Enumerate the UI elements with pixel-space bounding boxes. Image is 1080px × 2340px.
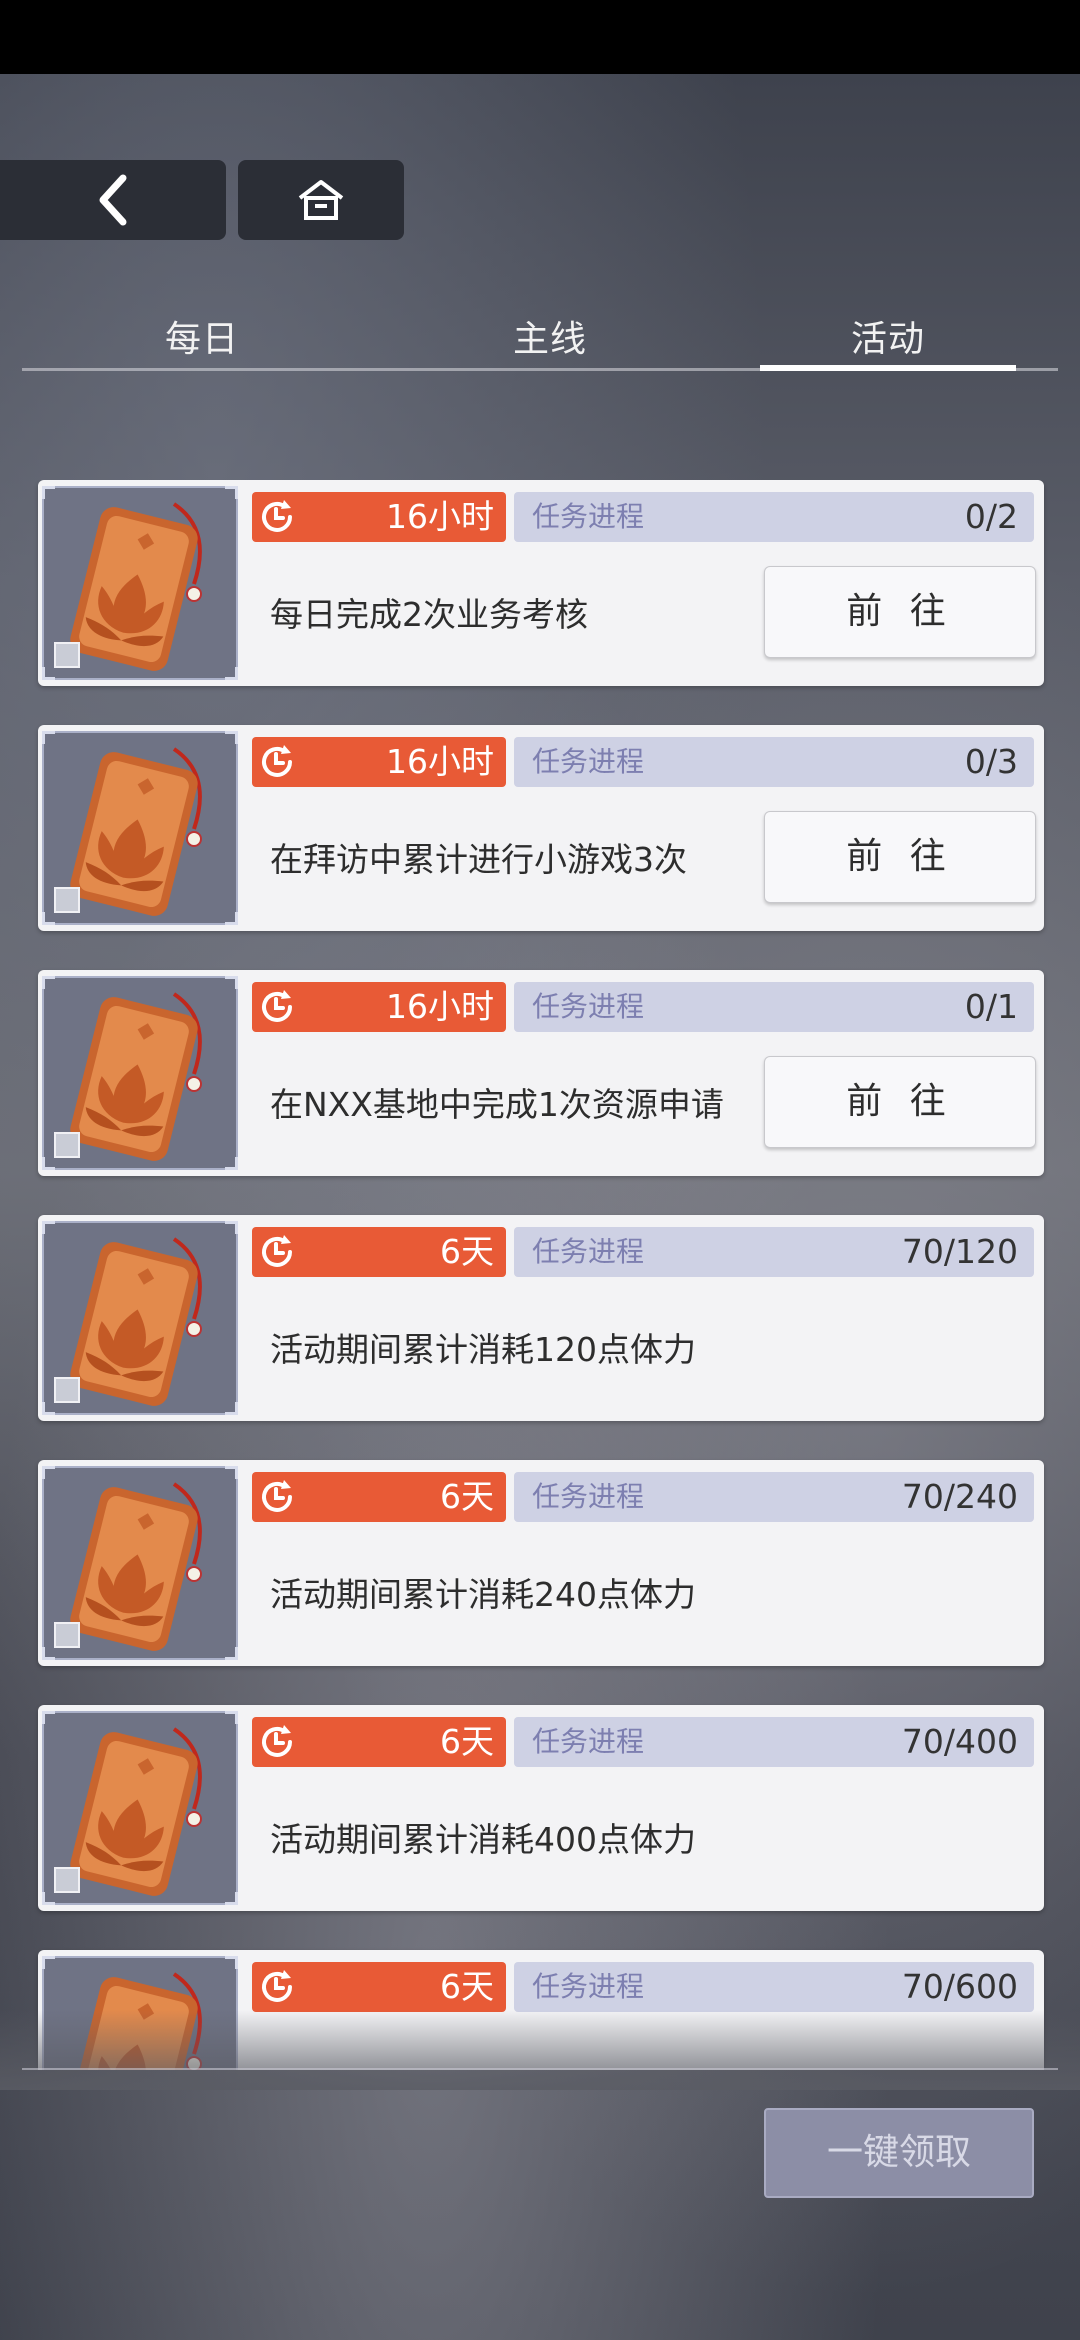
reward-checkbox xyxy=(54,887,80,913)
status-bar xyxy=(0,0,1080,74)
task-description-text: 在拜访中累计进行小游戏3次 xyxy=(270,840,687,879)
task-description: 活动期间累计消耗240点体力 xyxy=(270,1530,760,1660)
task-progress-bar: 任务进程 0/3 xyxy=(514,737,1034,787)
progress-value: 70/600 xyxy=(901,1967,1018,2006)
task-description-text: 活动期间累计消耗400点体力 xyxy=(270,1820,696,1859)
time-remaining-text: 16小时 xyxy=(386,987,494,1026)
task-description: 在拜访中累计进行小游戏3次 xyxy=(270,795,760,925)
time-remaining-badge: 6天 xyxy=(252,1717,506,1767)
progress-label: 任务进程 xyxy=(532,990,645,1023)
task-card: 6天 任务进程 70/240 活动期间累计消耗240点体力 xyxy=(38,1460,1044,1666)
task-description: 每日完成2次业务考核 xyxy=(270,550,760,680)
time-remaining-text: 16小时 xyxy=(386,742,494,781)
time-remaining-text: 16小时 xyxy=(386,497,494,536)
claim-all-button[interactable]: 一键领取 xyxy=(764,2108,1034,2198)
time-remaining-badge: 16小时 xyxy=(252,492,506,542)
active-tab-indicator xyxy=(760,365,1016,371)
progress-value: 70/240 xyxy=(901,1477,1018,1516)
progress-label: 任务进程 xyxy=(532,1235,645,1268)
task-card: 16小时 任务进程 0/2 每日完成2次业务考核 前 往 xyxy=(38,480,1044,686)
tab-daily[interactable]: 每日 xyxy=(32,300,372,370)
task-progress-bar: 任务进程 70/240 xyxy=(514,1472,1034,1522)
task-description-text: 每日完成2次业务考核 xyxy=(270,595,588,634)
progress-label: 任务进程 xyxy=(532,1970,645,2003)
clock-icon xyxy=(262,990,292,1022)
task-description-text: 活动期间累计消耗120点体力 xyxy=(270,1330,696,1369)
task-description: 活动期间累计消耗400点体力 xyxy=(270,1775,760,1905)
task-card: 6天 任务进程 70/400 活动期间累计消耗400点体力 xyxy=(38,1705,1044,1911)
task-progress-bar: 任务进程 0/1 xyxy=(514,982,1034,1032)
task-card: 16小时 任务进程 0/1 在NXX基地中完成1次资源申请 前 往 xyxy=(38,970,1044,1176)
task-description-text: 在NXX基地中完成1次资源申请 xyxy=(270,1085,724,1124)
token-icon xyxy=(70,747,202,916)
token-icon xyxy=(70,1482,202,1651)
progress-label: 任务进程 xyxy=(532,745,645,778)
token-icon xyxy=(70,502,202,671)
chevron-left-icon xyxy=(99,174,127,226)
home-button[interactable] xyxy=(238,160,404,240)
progress-label: 任务进程 xyxy=(532,1480,645,1513)
time-remaining-text: 6天 xyxy=(440,1722,494,1761)
progress-value: 0/1 xyxy=(964,987,1018,1026)
clock-icon xyxy=(262,1970,292,2002)
reward-thumbnail[interactable] xyxy=(42,486,238,680)
task-progress-bar: 任务进程 70/400 xyxy=(514,1717,1034,1767)
time-remaining-text: 6天 xyxy=(440,1232,494,1271)
time-remaining-text: 6天 xyxy=(440,1967,494,2006)
reward-thumbnail[interactable] xyxy=(42,1221,238,1415)
go-button[interactable]: 前 往 xyxy=(764,566,1036,658)
task-list[interactable]: 16小时 任务进程 0/2 每日完成2次业务考核 前 往 16小时 任务进程 0… xyxy=(0,480,1080,2070)
reward-checkbox xyxy=(54,1132,80,1158)
reward-thumbnail[interactable] xyxy=(42,731,238,925)
reward-thumbnail[interactable] xyxy=(42,976,238,1170)
time-remaining-badge: 6天 xyxy=(252,1962,506,2012)
task-progress-bar: 任务进程 70/120 xyxy=(514,1227,1034,1277)
tab-event[interactable]: 活动 xyxy=(718,300,1058,370)
token-icon xyxy=(70,1727,202,1896)
task-description-text: 活动期间累计消耗240点体力 xyxy=(270,1575,696,1614)
clock-icon xyxy=(262,500,292,532)
clock-icon xyxy=(262,1480,292,1512)
reward-checkbox xyxy=(54,642,80,668)
task-description: 活动期间累计消耗120点体力 xyxy=(270,1285,760,1415)
progress-value: 0/2 xyxy=(964,497,1018,536)
task-description: 在NXX基地中完成1次资源申请 xyxy=(270,1040,760,1170)
time-remaining-badge: 6天 xyxy=(252,1472,506,1522)
clock-icon xyxy=(262,1235,292,1267)
bottom-divider xyxy=(22,2068,1058,2070)
progress-value: 70/400 xyxy=(901,1722,1018,1761)
list-fade xyxy=(0,2010,1080,2090)
reward-checkbox xyxy=(54,1622,80,1648)
token-icon xyxy=(70,992,202,1161)
task-progress-bar: 任务进程 70/600 xyxy=(514,1962,1034,2012)
progress-value: 0/3 xyxy=(964,742,1018,781)
time-remaining-badge: 16小时 xyxy=(252,737,506,787)
reward-checkbox xyxy=(54,1377,80,1403)
time-remaining-text: 6天 xyxy=(440,1477,494,1516)
task-progress-bar: 任务进程 0/2 xyxy=(514,492,1034,542)
reward-thumbnail[interactable] xyxy=(42,1466,238,1660)
progress-label: 任务进程 xyxy=(532,500,645,533)
home-icon xyxy=(298,180,344,220)
task-tabs: 每日 主线 活动 xyxy=(22,300,1058,380)
go-button[interactable]: 前 往 xyxy=(764,811,1036,903)
time-remaining-badge: 16小时 xyxy=(252,982,506,1032)
tab-main[interactable]: 主线 xyxy=(380,300,720,370)
task-card: 6天 任务进程 70/120 活动期间累计消耗120点体力 xyxy=(38,1215,1044,1421)
clock-icon xyxy=(262,745,292,777)
back-button[interactable] xyxy=(0,160,226,240)
token-icon xyxy=(70,1237,202,1406)
clock-icon xyxy=(262,1725,292,1757)
go-button[interactable]: 前 往 xyxy=(764,1056,1036,1148)
task-card: 16小时 任务进程 0/3 在拜访中累计进行小游戏3次 前 往 xyxy=(38,725,1044,931)
progress-label: 任务进程 xyxy=(532,1725,645,1758)
reward-thumbnail[interactable] xyxy=(42,1711,238,1905)
time-remaining-badge: 6天 xyxy=(252,1227,506,1277)
reward-checkbox xyxy=(54,1867,80,1893)
progress-value: 70/120 xyxy=(901,1232,1018,1271)
